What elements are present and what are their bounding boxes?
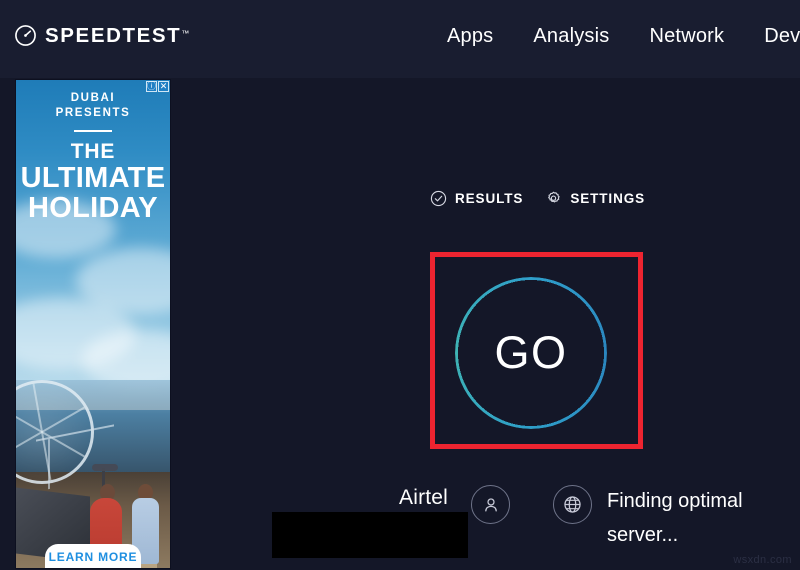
nav-item-apps[interactable]: Apps	[447, 25, 493, 48]
speedtest-page: SPEEDTEST ™ Apps Analysis Network Develo	[0, 0, 800, 570]
ad-learn-more-button[interactable]: LEARN MORE	[45, 544, 141, 568]
ad-badge-group: ⓘ ✕	[146, 81, 169, 92]
results-label: RESULTS	[455, 191, 524, 206]
speedometer-icon	[15, 25, 36, 46]
change-provider-button[interactable]	[471, 485, 510, 524]
ad-divider	[74, 130, 112, 132]
ad-copy: DUBAI PRESENTS THE ULTIMATE HOLIDAY	[16, 80, 170, 223]
settings-label: SETTINGS	[570, 191, 646, 206]
nav-item-network[interactable]: Network	[649, 25, 724, 48]
ad-learn-more-label: LEARN MORE	[48, 550, 138, 564]
change-server-button[interactable]	[553, 485, 592, 524]
ad-headline-line-2: HOLIDAY	[28, 192, 158, 224]
speedtest-logo-text: SPEEDTEST ™	[45, 24, 189, 47]
nav-item-analysis[interactable]: Analysis	[533, 25, 609, 48]
speedtest-wordmark: SPEEDTEST	[45, 24, 182, 47]
person-icon	[484, 497, 497, 511]
results-button[interactable]: RESULTS	[430, 190, 523, 207]
main-navigation: Apps Analysis Network Develo	[447, 25, 800, 48]
check-circle-icon	[430, 190, 447, 207]
site-header: SPEEDTEST ™ Apps Analysis Network Develo	[0, 0, 800, 78]
ad-headline-line-1: ULTIMATE	[20, 162, 166, 194]
go-button[interactable]: GO	[455, 277, 607, 429]
ad-kicker-line-1: DUBAI	[70, 92, 116, 104]
ad-close-icon[interactable]: ✕	[158, 81, 169, 92]
settings-button[interactable]: SETTINGS	[545, 190, 645, 207]
go-button-label: GO	[494, 327, 568, 378]
advertisement-banner[interactable]: ⓘ ✕ DUBAI PRESENTS THE ULTIMATE HOLIDAY …	[16, 80, 170, 568]
nav-item-developers[interactable]: Develo	[764, 25, 800, 48]
adchoices-info-icon[interactable]: ⓘ	[146, 81, 157, 92]
globe-icon	[564, 496, 581, 513]
server-status-text: Finding optimal server...	[607, 490, 743, 546]
test-subnav: RESULTS SETTINGS	[430, 190, 645, 207]
gear-icon	[548, 191, 560, 203]
redaction-box	[272, 512, 468, 558]
isp-name: Airtel	[399, 486, 449, 509]
ad-headline-small: THE	[70, 140, 116, 163]
trademark-symbol: ™	[181, 29, 190, 38]
speedtest-logo[interactable]: SPEEDTEST ™	[14, 24, 189, 47]
watermark: wsxdn.com	[733, 554, 792, 566]
ad-kicker-line-2: PRESENTS	[55, 107, 131, 119]
